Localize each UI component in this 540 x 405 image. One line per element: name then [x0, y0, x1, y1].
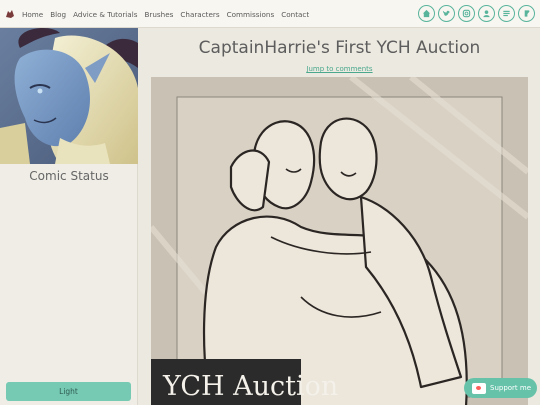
tumblr-icon[interactable] [498, 5, 515, 22]
nav-link-brushes[interactable]: Brushes [144, 10, 173, 19]
jump-to-comments-link[interactable]: Jump to comments [139, 65, 540, 73]
nav-link-commissions[interactable]: Commissions [227, 10, 275, 19]
instagram-icon[interactable] [458, 5, 475, 22]
nav-link-blog[interactable]: Blog [50, 10, 66, 19]
nav-link-characters[interactable]: Characters [180, 10, 219, 19]
nav-link-home[interactable]: Home [22, 10, 43, 19]
support-me-label: Support me [490, 384, 532, 392]
sidebar: Comic Status Light [0, 28, 138, 405]
artwork-caption: YCH Auction [162, 371, 338, 402]
deviantart-icon[interactable] [518, 5, 535, 22]
top-nav: Home Blog Advice & Tutorials Brushes Cha… [0, 0, 540, 28]
character-avatar-image [0, 28, 138, 164]
nav-link-contact[interactable]: Contact [281, 10, 309, 19]
patreon-icon[interactable] [478, 5, 495, 22]
nav-links: Home Blog Advice & Tutorials Brushes Cha… [22, 0, 309, 28]
nav-link-advice-tutorials[interactable]: Advice & Tutorials [73, 10, 137, 19]
coffee-cup-icon [472, 382, 486, 394]
page-title: CaptainHarrie's First YCH Auction [198, 38, 481, 58]
ych-artwork-image: YCH Auction [151, 77, 528, 405]
twitter-icon[interactable] [438, 5, 455, 22]
light-theme-button[interactable]: Light [6, 382, 131, 401]
support-me-button[interactable]: Support me [464, 378, 537, 398]
site-logo-icon[interactable] [4, 8, 16, 20]
home-icon[interactable] [418, 5, 435, 22]
comic-status-heading: Comic Status [29, 169, 109, 183]
social-icons [418, 5, 535, 22]
main-content: CaptainHarrie's First YCH Auction Jump t… [139, 28, 540, 405]
